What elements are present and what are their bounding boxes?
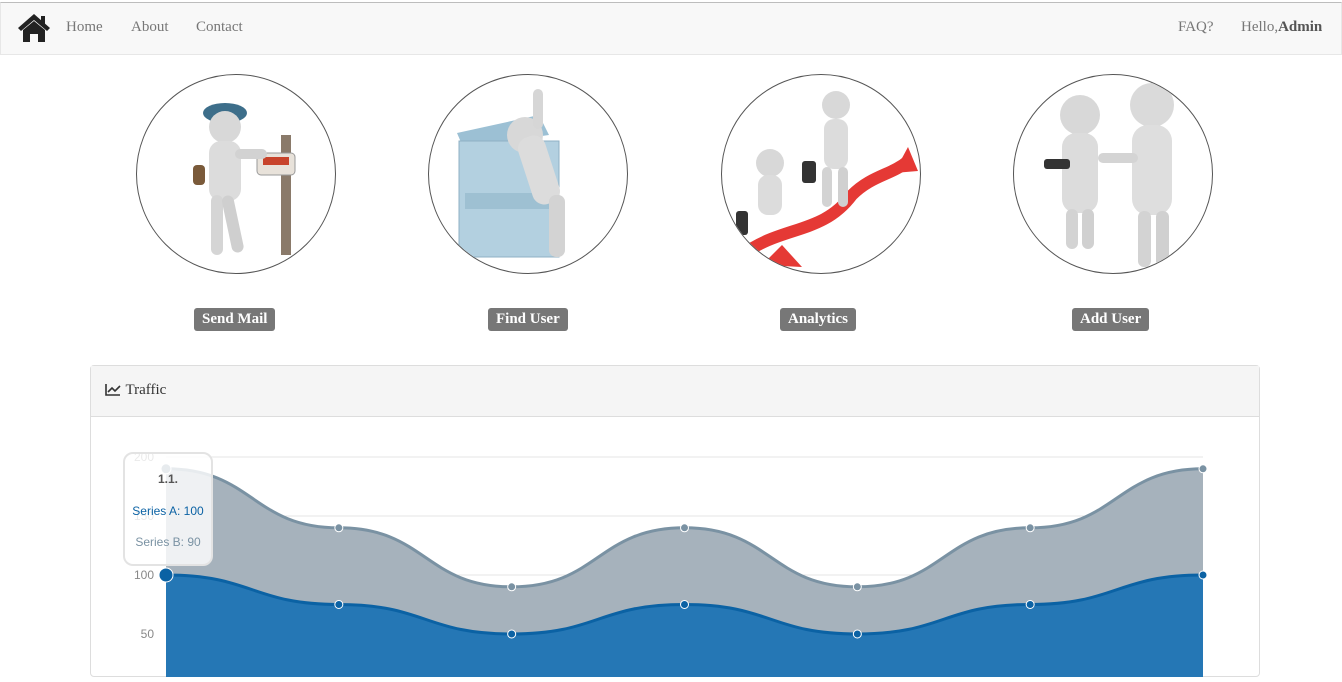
series-a-point xyxy=(680,600,689,609)
series-b-point xyxy=(680,523,689,533)
series-a-point xyxy=(158,567,174,583)
analytics-button[interactable]: Analytics xyxy=(780,308,856,331)
series-b-point xyxy=(334,523,344,533)
panel-heading: Traffic xyxy=(91,366,1259,417)
y-tick-label: 100 xyxy=(134,568,154,582)
nav-faq-link[interactable]: FAQ? xyxy=(1178,19,1214,36)
nav-about-link[interactable]: About xyxy=(131,19,169,36)
panel-title: Traffic xyxy=(105,382,166,399)
home-icon[interactable] xyxy=(17,13,51,43)
mail-carrier-figure[interactable] xyxy=(136,74,336,274)
y-tick-label: 50 xyxy=(141,627,155,641)
navbar: Home About Contact FAQ? Hello,Admin xyxy=(0,2,1342,55)
chart-hover-tooltip: 1.1. Series A: 100 Series B: 90 xyxy=(123,452,213,566)
series-a-point xyxy=(334,600,344,609)
handshake-figures[interactable] xyxy=(1013,74,1213,274)
username: Admin xyxy=(1278,19,1323,35)
line-chart-icon xyxy=(105,382,125,398)
panel-title-text: Traffic xyxy=(125,382,167,398)
nav-home-link[interactable]: Home xyxy=(66,19,103,36)
series-b-point xyxy=(507,582,517,592)
dumpster-search-figure[interactable] xyxy=(428,74,628,274)
series-a-point xyxy=(852,629,862,639)
traffic-chart-svg[interactable]: 50100150200 xyxy=(91,417,1259,677)
traffic-chart[interactable]: 50100150200 xyxy=(91,417,1259,677)
series-b-point xyxy=(852,582,862,592)
add-user-button[interactable]: Add User xyxy=(1072,308,1150,331)
find-user-button[interactable]: Find User xyxy=(488,308,568,331)
hover-series-a: Series A: 100 xyxy=(132,504,204,518)
series-b-point xyxy=(1025,523,1035,533)
user-menu[interactable]: Hello,Admin xyxy=(1241,19,1322,36)
hover-title: 1.1. xyxy=(157,472,178,486)
series-a-point xyxy=(1025,600,1035,609)
nav-contact-link[interactable]: Contact xyxy=(196,19,243,36)
traffic-panel: Traffic 50100150200 xyxy=(90,365,1260,677)
series-a-point xyxy=(507,629,517,639)
greeting-text: Hello, xyxy=(1241,19,1279,35)
hover-series-b: Series B: 90 xyxy=(135,535,201,549)
send-mail-button[interactable]: Send Mail xyxy=(194,308,276,331)
series-a-point xyxy=(1198,570,1208,580)
growth-arrow-figures[interactable] xyxy=(721,74,921,274)
series-b-point xyxy=(1198,464,1208,474)
